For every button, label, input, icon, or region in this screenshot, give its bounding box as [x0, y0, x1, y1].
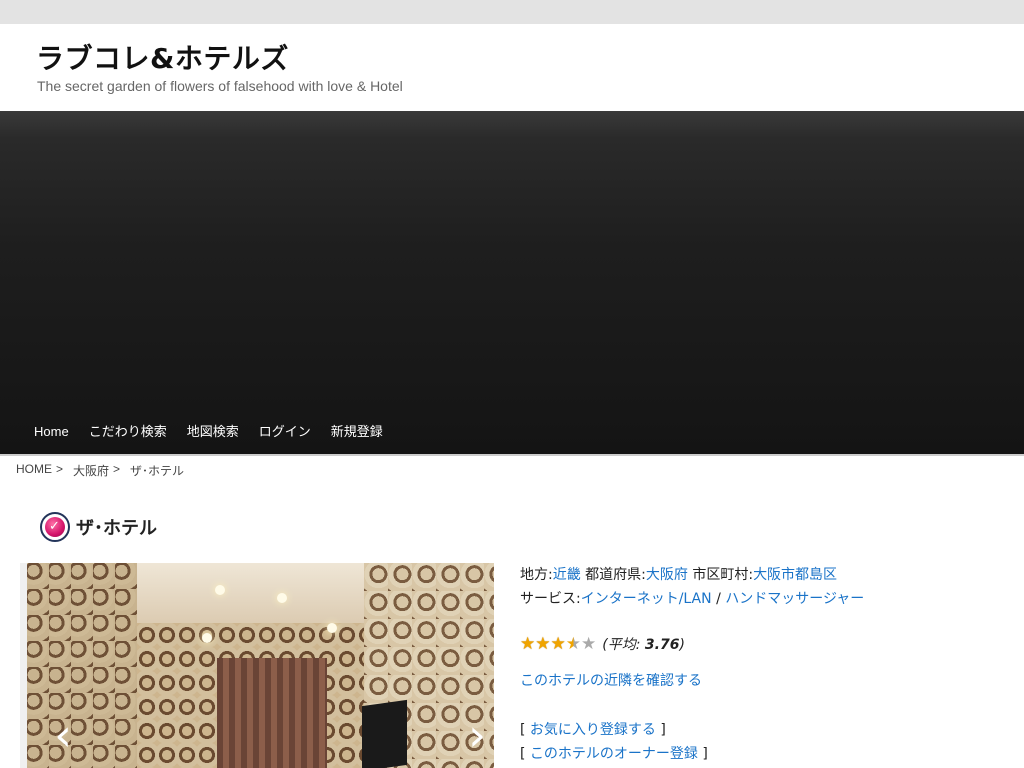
hotel-info: 地方:近畿 都道府県:大阪府 市区町村:大阪市都島区 サービス:インターネット/… — [520, 563, 864, 611]
rating-average: (平均: 3.76) — [602, 637, 685, 653]
prefecture-label: 都道府県: — [585, 567, 646, 583]
chevron-left-icon[interactable]: ‹ — [48, 711, 78, 761]
breadcrumb-separator: > — [113, 462, 121, 476]
breadcrumb: HOME > 大阪府 > ザ･ホテル — [16, 462, 188, 479]
hotel-logo-icon: ✓ — [40, 512, 70, 542]
rating: ★ ★ ★ ★ ★ (平均: 3.76) — [520, 634, 685, 654]
favorite-link[interactable]: お気に入り登録する — [530, 722, 656, 738]
site-title[interactable]: ラブコレ&ホテルズ — [36, 37, 289, 77]
services-line: サービス:インターネット/LAN / ハンドマッサージャー — [520, 587, 864, 611]
star-icon[interactable]: ★ — [551, 635, 566, 653]
breadcrumb-separator: > — [56, 462, 64, 476]
service-label: サービス: — [520, 591, 581, 607]
location-line: 地方:近畿 都道府県:大阪府 市区町村:大阪市都島区 — [520, 563, 864, 587]
service-link-hand-massager[interactable]: ハンドマッサージャー — [725, 591, 864, 607]
hotel-actions: [ お気に入り登録する ] [ このホテルのオーナー登録 ] — [520, 718, 708, 766]
main-nav: Home こだわり検索 地図検索 ログイン 新規登録 — [24, 423, 393, 441]
owner-register-link[interactable]: このホテルのオーナー登録 — [530, 746, 698, 762]
banner-divider — [0, 454, 1024, 456]
city-link[interactable]: 大阪市都島区 — [753, 567, 837, 583]
nearby-link[interactable]: このホテルの近隣を確認する — [520, 673, 702, 689]
star-icon[interactable]: ★ — [535, 635, 550, 653]
nav-item-home[interactable]: Home — [24, 423, 79, 441]
hotel-room-photo — [27, 563, 494, 768]
breadcrumb-home[interactable]: HOME — [16, 462, 52, 479]
site-description: The secret garden of flowers of falsehoo… — [37, 78, 403, 94]
region-label: 地方: — [520, 567, 553, 583]
nav-item-map-search[interactable]: 地図検索 — [177, 423, 249, 441]
star-empty-icon[interactable]: ★ — [581, 635, 596, 653]
breadcrumb-current: ザ･ホテル — [130, 464, 185, 478]
prefecture-link[interactable]: 大阪府 — [646, 567, 688, 583]
star-half-icon[interactable]: ★ — [566, 635, 581, 653]
favorite-row: [ お気に入り登録する ] — [520, 722, 666, 738]
top-bar — [0, 0, 1024, 24]
city-label: 市区町村: — [692, 567, 754, 583]
header-banner: Home こだわり検索 地図検索 ログイン 新規登録 — [0, 111, 1024, 454]
service-separator: / — [716, 591, 721, 607]
breadcrumb-prefecture[interactable]: 大阪府 — [73, 462, 109, 479]
page-title: ザ･ホテル — [76, 518, 157, 539]
service-link-internet[interactable]: インターネット/LAN — [581, 591, 712, 607]
star-icon[interactable]: ★ — [520, 635, 535, 653]
nav-item-login[interactable]: ログイン — [249, 423, 321, 441]
site-header: ラブコレ&ホテルズ The secret garden of flowers o… — [0, 24, 1024, 111]
region-link[interactable]: 近畿 — [553, 567, 581, 583]
nearby-section: このホテルの近隣を確認する — [520, 670, 702, 690]
photo-slider: ‹ › — [20, 563, 494, 768]
nav-item-advanced-search[interactable]: こだわり検索 — [79, 423, 177, 441]
rating-value: 3.76 — [644, 637, 680, 653]
nav-item-register[interactable]: 新規登録 — [321, 423, 393, 441]
chevron-right-icon[interactable]: › — [462, 711, 492, 761]
hotel-title-row: ✓ ザ･ホテル — [40, 512, 157, 542]
owner-row: [ このホテルのオーナー登録 ] — [520, 746, 708, 762]
